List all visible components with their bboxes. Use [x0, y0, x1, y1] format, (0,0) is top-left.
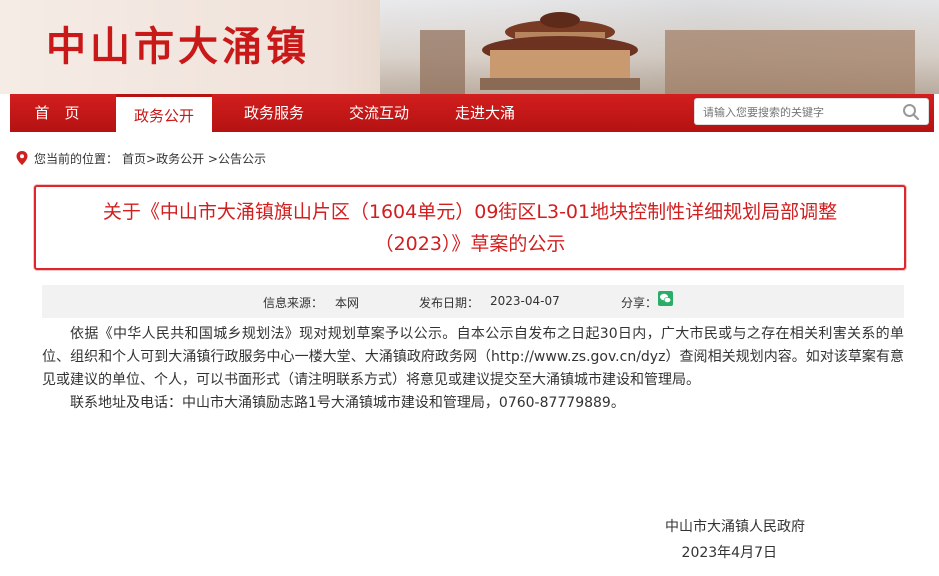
article-title-line-1: 关于《中山市大涌镇旗山片区（1604单元）09街区L3-01地块控制性详细规划局…	[102, 200, 838, 223]
share-label: 分享：	[621, 296, 658, 310]
wechat-share-icon[interactable]	[658, 291, 673, 306]
banner-building-image	[480, 12, 640, 90]
source-value: 本网	[335, 296, 360, 310]
search-icon[interactable]	[902, 103, 920, 121]
breadcrumb-path[interactable]: 首页>政务公开 >公告公示	[122, 150, 266, 167]
nav-item-government-services[interactable]: 政务服务	[226, 94, 322, 132]
article-title-box: 关于《中山市大涌镇旗山片区（1604单元）09街区L3-01地块控制性详细规划局…	[34, 185, 906, 270]
nav-item-interaction[interactable]: 交流互动	[331, 94, 427, 132]
main-nav: 首 页 政务公开 政务服务 交流互动 走进大涌	[10, 94, 934, 132]
breadcrumb: 您当前的位置： 首页>政务公开 >公告公示	[16, 148, 270, 168]
article-paragraph-1: 依据《中华人民共和国城乡规划法》现对规划草案予以公示。自本公示自发布之日起30日…	[42, 326, 904, 388]
location-pin-icon	[16, 151, 28, 165]
search-input[interactable]	[703, 103, 893, 121]
breadcrumb-prefix: 您当前的位置：	[34, 151, 119, 166]
search-box	[694, 98, 929, 125]
site-title: 中山市大涌镇	[46, 24, 310, 70]
article-title: 关于《中山市大涌镇旗山片区（1604单元）09街区L3-01地块控制性详细规划局…	[103, 196, 837, 260]
article-body: 依据《中华人民共和国城乡规划法》现对规划草案予以公示。自本公示自发布之日起30日…	[42, 323, 904, 415]
signature-date: 2023年4月7日	[681, 545, 777, 561]
signature-org: 中山市大涌镇人民政府	[665, 519, 805, 535]
date-label: 发布日期：	[419, 296, 480, 310]
source-label: 信息来源：	[263, 296, 324, 310]
date-value: 2023-04-07	[490, 294, 560, 308]
article-meta-bar: 信息来源： 本网 发布日期： 2023-04-07 分享：	[42, 285, 904, 318]
nav-item-government-affairs-disclosure[interactable]: 政务公开	[116, 94, 212, 132]
nav-item-home[interactable]: 首 页	[24, 94, 90, 132]
banner-building-right	[665, 30, 915, 94]
nav-item-about-dayong[interactable]: 走进大涌	[437, 94, 533, 132]
header-banner: 中山市大涌镇	[0, 0, 939, 94]
article-title-line-2: （2023）》草案的公示	[374, 232, 566, 255]
banner-building-left	[420, 30, 465, 94]
article-paragraph-2: 联系地址及电话：中山市大涌镇励志路1号大涌镇城市建设和管理局，0760-8777…	[70, 395, 625, 411]
